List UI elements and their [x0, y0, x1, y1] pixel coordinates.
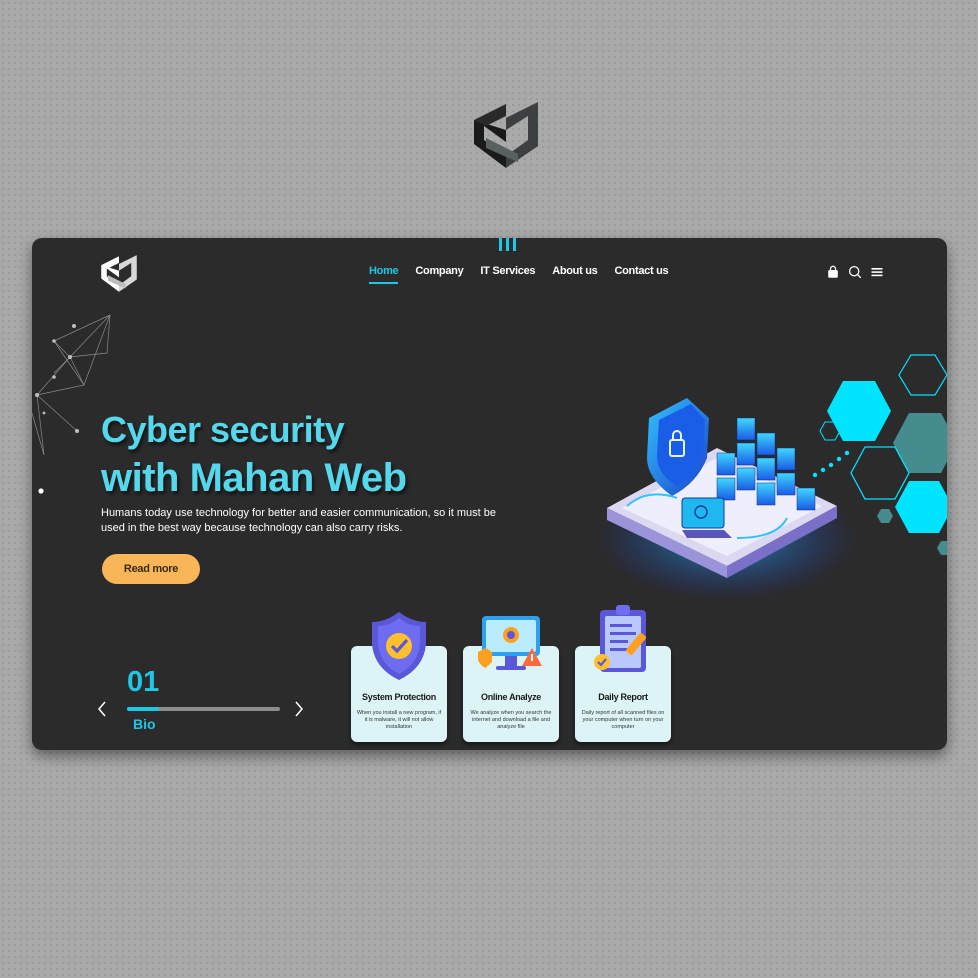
prev-arrow-icon[interactable] [96, 699, 108, 719]
hero-title: Cyber security with Mahan Web [101, 406, 407, 502]
nav-item-company[interactable]: Company [415, 265, 463, 283]
main-nav: Home Company IT Services About us Contac… [369, 265, 669, 284]
hero-description: Humans today use technology for better a… [101, 507, 496, 534]
card-title: Daily Report [598, 692, 648, 702]
slide-progress-bar [127, 707, 280, 711]
mahan-web-logo [474, 102, 538, 168]
slide-number: 01 [127, 666, 160, 698]
next-arrow-icon[interactable] [293, 699, 305, 719]
top-decor-marks [499, 238, 519, 252]
nav-item-home[interactable]: Home [369, 265, 399, 284]
card-description: Daily report of all scanned files on you… [581, 710, 665, 730]
hero-title-line2: with Mahan Web [101, 456, 407, 500]
card-description: When you install a new program, if it is… [356, 710, 442, 730]
slide-progress-fill [127, 707, 160, 711]
nav-item-contact-us[interactable]: Contact us [614, 265, 668, 283]
hexagon-decor [812, 354, 947, 555]
nav-item-about-us[interactable]: About us [552, 265, 598, 283]
card-description: We analyze when you search the internet … [470, 710, 552, 730]
card-title: System Protection [362, 692, 436, 702]
bag-icon[interactable] [826, 265, 840, 279]
menu-icon[interactable] [870, 265, 884, 279]
slide-label: Bio [133, 716, 156, 732]
nav-logo[interactable] [100, 254, 138, 294]
search-icon[interactable] [848, 265, 862, 279]
shield-check-icon [372, 612, 426, 680]
hero-title-line1: Cyber security [101, 409, 345, 450]
website-window: Home Company IT Services About us Contac… [32, 238, 947, 750]
nav-icons [826, 265, 884, 279]
read-more-button[interactable]: Read more [102, 554, 200, 584]
card-title: Online Analyze [481, 692, 541, 702]
nav-item-it-services[interactable]: IT Services [480, 265, 535, 283]
monitor-virus-icon [478, 616, 542, 670]
clipboard-report-icon [594, 605, 646, 672]
